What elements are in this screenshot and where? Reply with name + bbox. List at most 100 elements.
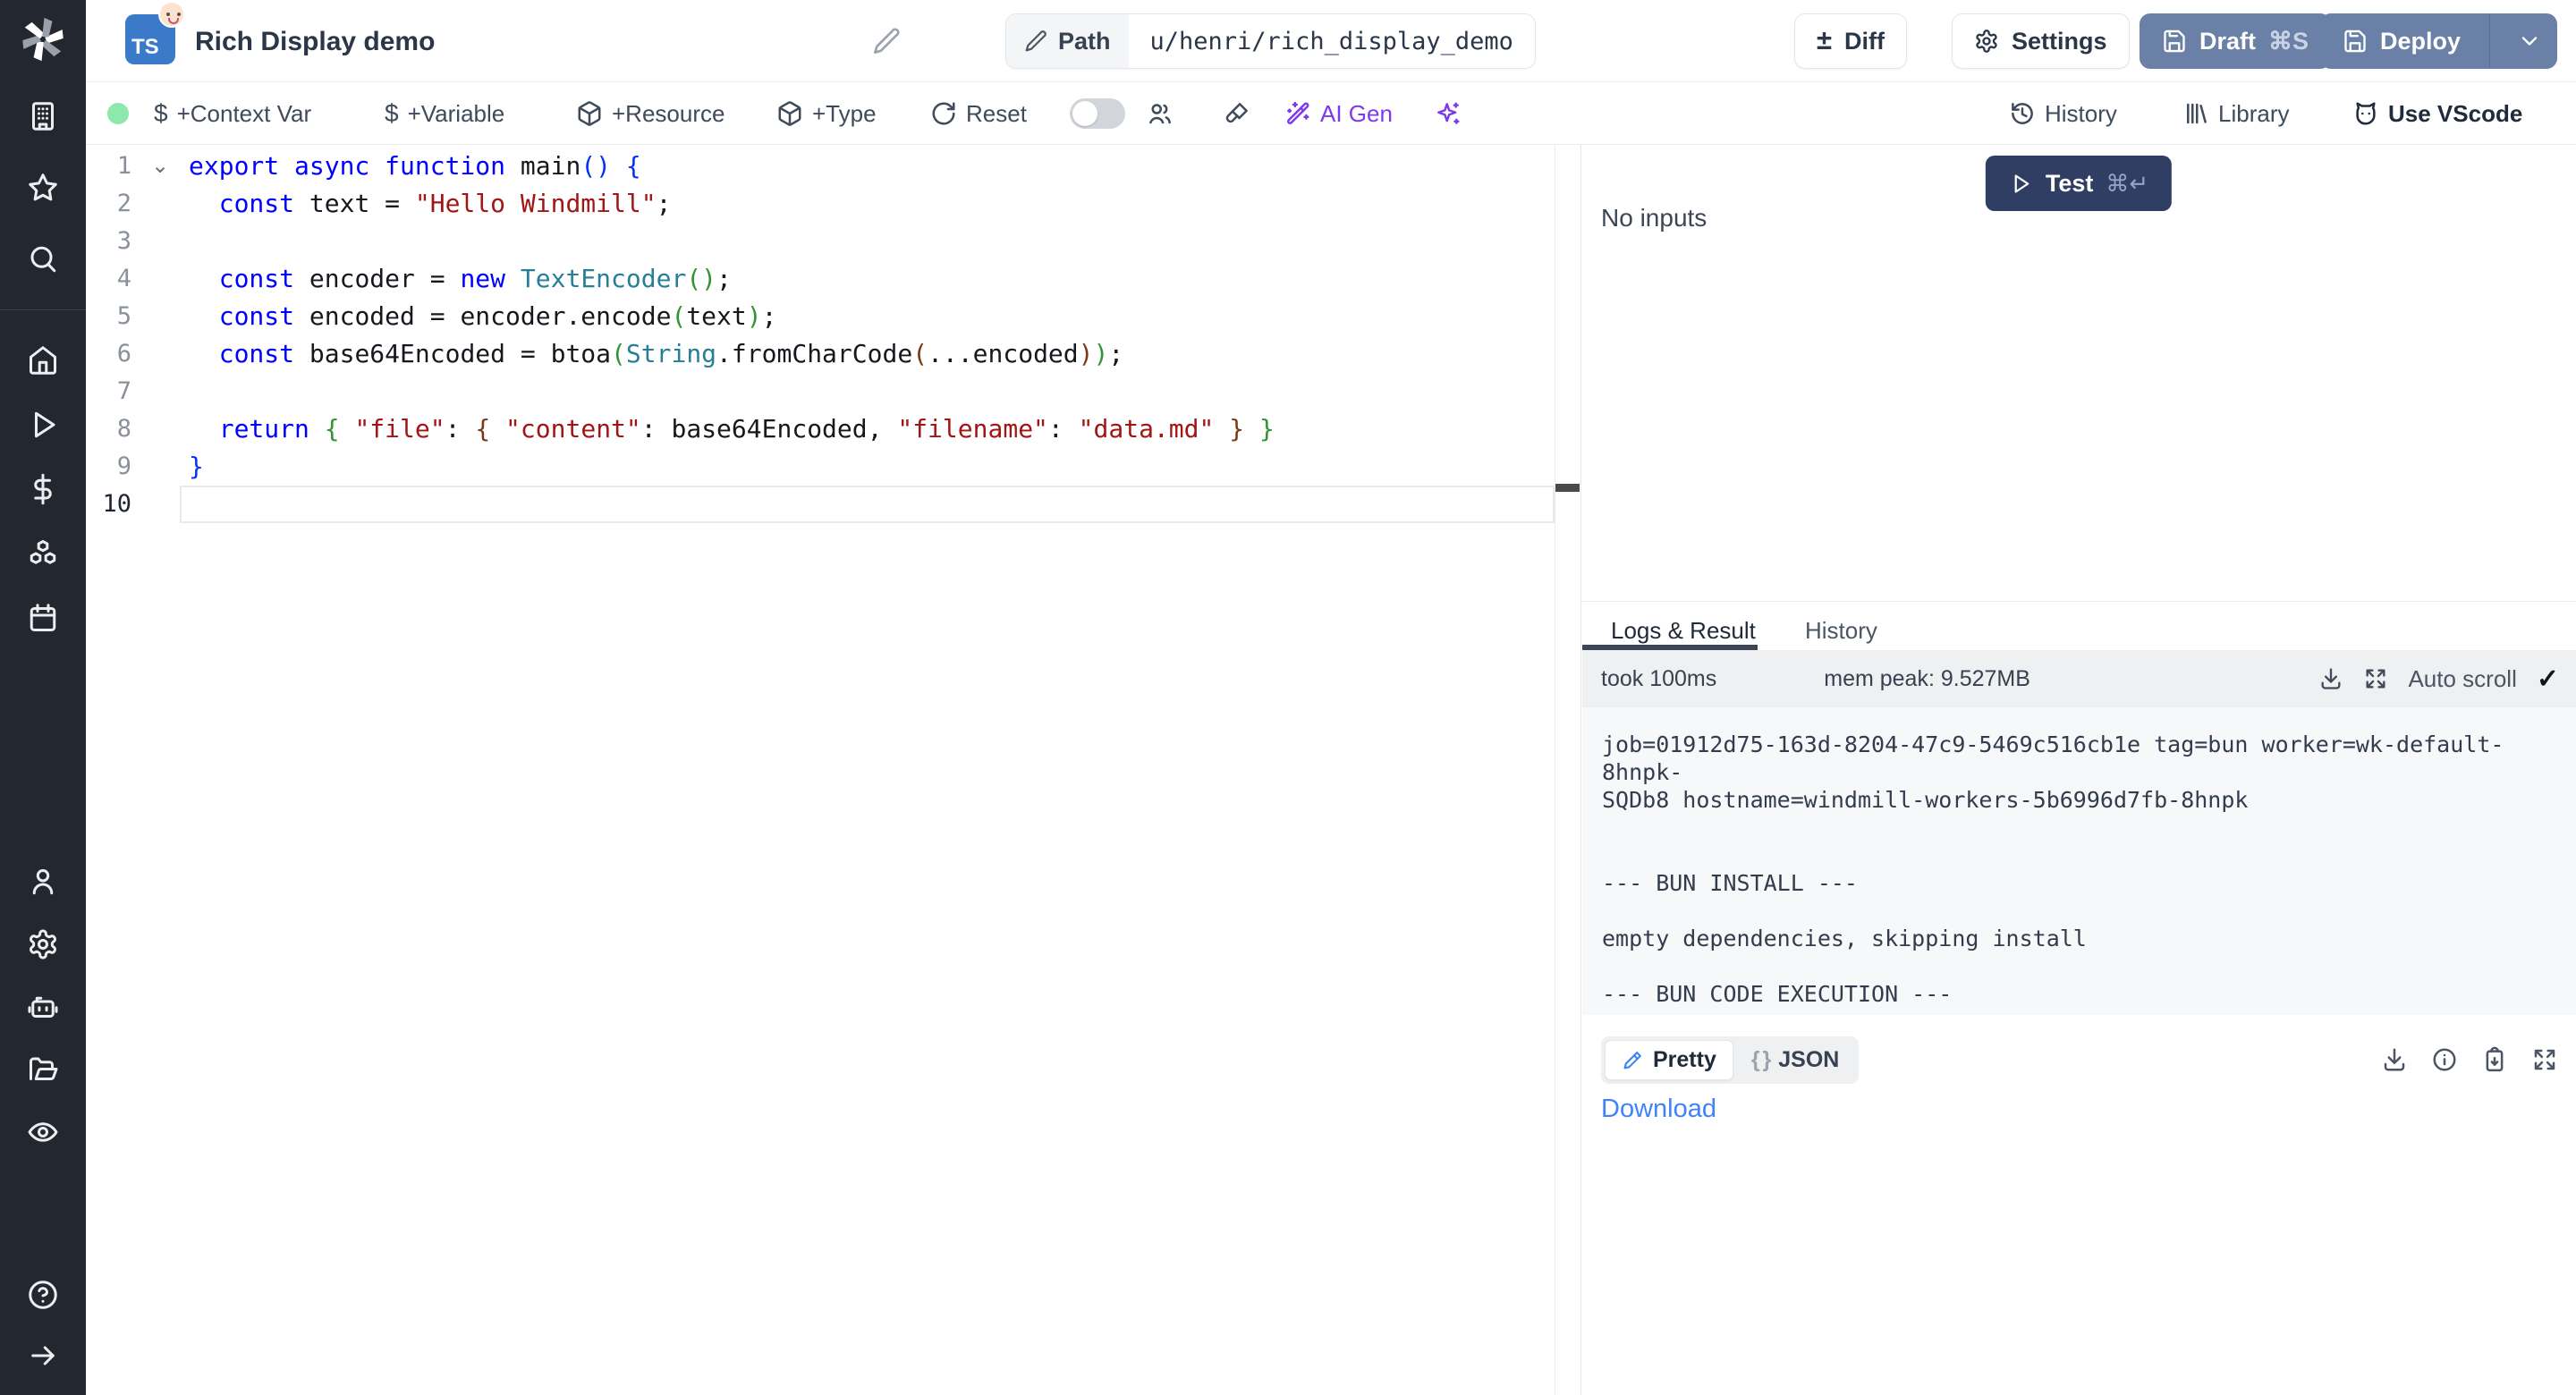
editor-toolbar: $ +Context Var $ +Variable +Resource +Ty… [86,82,2576,145]
expand-result-icon[interactable] [2531,1046,2558,1073]
draft-shortcut: ⌘S [2268,28,2309,55]
favorites-star-icon[interactable] [25,170,61,206]
chevron-down-icon [2517,29,2542,54]
code-line[interactable]: 6 const base64Encoded = btoa(String.from… [86,335,1580,373]
search-icon[interactable] [25,241,61,277]
use-vscode-button[interactable]: Use VScode [2352,82,2522,145]
code-line[interactable]: 5 const encoded = encoder.encode(text); [86,298,1580,335]
variables-dollar-icon[interactable] [25,471,61,507]
path-value[interactable]: u/henri/rich_display_demo [1129,14,1535,68]
sidebar-menu-group [25,342,61,636]
auto-scroll-label[interactable]: Auto scroll [2408,665,2516,693]
home-icon[interactable] [25,342,61,378]
typescript-badge: TS [125,14,175,64]
line-number: 2 [86,185,131,223]
memory-stat: mem peak: 9.527MB [1824,666,2030,692]
pretty-view-button[interactable]: Pretty [1605,1040,1733,1080]
folders-icon[interactable] [25,1052,61,1087]
tab-logs-result[interactable]: Logs & Result [1611,617,1756,645]
deploy-dropdown-toggle[interactable] [2503,29,2556,54]
cat-icon [2352,100,2379,127]
code-line[interactable]: 2 const text = "Hello Windmill"; [86,185,1580,223]
help-icon[interactable] [25,1277,61,1313]
fold-gutter [131,448,189,486]
edit-summary-pencil-icon[interactable] [872,27,901,55]
test-shortcut: ⌘↵ [2106,170,2148,198]
add-variable-label: +Variable [408,100,505,128]
panel-divider [1581,601,2576,602]
diff-button[interactable]: ± Diff [1794,13,1907,69]
code-line[interactable]: 3 [86,223,1580,260]
add-type-button[interactable]: +Type [776,82,877,145]
audit-eye-icon[interactable] [25,1114,61,1150]
add-resource-button[interactable]: +Resource [576,82,724,145]
format-brush-icon[interactable] [1224,82,1250,145]
history-clock-icon [2009,100,2036,127]
code-line[interactable]: 4 const encoder = new TextEncoder(); [86,260,1580,298]
check-icon[interactable]: ✓ [2537,664,2559,695]
info-icon[interactable] [2431,1046,2458,1073]
run-panel: Test ⌘↵ No inputs Logs & Result History … [1580,145,2576,1395]
package-icon [776,100,803,127]
add-variable-button[interactable]: $ +Variable [385,82,504,145]
expand-logs-icon[interactable] [2363,666,2388,691]
json-view-button[interactable]: { } JSON [1735,1041,1856,1079]
fold-gutter [131,486,189,523]
workspace-building-icon[interactable] [25,98,61,134]
result-toolbar: Pretty { } JSON [1601,1035,2558,1085]
diff-button-label: Diff [1844,28,1885,55]
overview-ruler-cursor-marker [1555,484,1580,492]
settings-gear-icon[interactable] [25,926,61,962]
fold-gutter [131,223,189,260]
deploy-button[interactable]: Deploy [2320,13,2557,69]
reset-button[interactable]: Reset [930,82,1027,145]
code-line[interactable]: 1⌄export async function main() { [86,148,1580,185]
status-dot [107,103,129,124]
fold-gutter [131,298,189,335]
workers-robot-icon[interactable] [25,989,61,1025]
code-line[interactable]: 8 return { "file": { "content": base64En… [86,410,1580,448]
runs-play-icon[interactable] [25,407,61,443]
settings-button[interactable]: Settings [1952,13,2130,69]
play-icon [2009,172,2033,196]
test-button[interactable]: Test ⌘↵ [1986,156,2172,211]
no-inputs-text: No inputs [1601,204,1707,232]
windmill-logo-icon[interactable] [20,16,66,63]
resources-boxes-icon[interactable] [25,536,61,571]
code-line[interactable]: 7 [86,373,1580,410]
schedules-calendar-icon[interactable] [25,600,61,636]
run-stats-bar: took 100ms mem peak: 9.527MB Auto scroll… [1582,650,2576,707]
line-number: 1 [86,148,131,185]
code-line[interactable]: 10 [86,486,1580,523]
path-label: Path [1058,28,1111,55]
sidebar [0,0,86,1395]
copy-clipboard-icon[interactable] [2481,1046,2508,1073]
script-history-button[interactable]: History [2009,82,2117,145]
overview-ruler[interactable] [1555,145,1580,1395]
log-output-area[interactable]: job=01912d75-163d-8204-47c9-5469c516cb1e… [1582,707,2576,1015]
tab-history[interactable]: History [1805,617,1877,645]
user-icon[interactable] [25,864,61,900]
code-line[interactable]: 9} [86,448,1580,486]
fold-gutter [131,373,189,410]
download-logs-icon[interactable] [2318,666,2343,691]
gear-icon [1974,29,1999,54]
ai-gen-label: AI Gen [1320,100,1393,128]
ai-gen-button[interactable]: AI Gen [1284,82,1393,145]
toggle-switch[interactable] [1070,98,1125,129]
magic-wand-icon [1284,100,1311,127]
multiplayer-users-icon[interactable] [1147,82,1174,145]
path-field[interactable]: Path u/henri/rich_display_demo [1005,13,1536,69]
library-label: Library [2218,100,2289,128]
library-button[interactable]: Library [2182,82,2289,145]
page-title: Rich Display demo [195,27,435,57]
expand-arrow-icon[interactable] [25,1338,61,1374]
result-download-link[interactable]: Download [1601,1095,1716,1124]
add-context-var-button[interactable]: $ +Context Var [154,82,311,145]
code-editor[interactable]: 1⌄export async function main() {2 const … [86,145,1580,1395]
fold-chevron-icon[interactable]: ⌄ [131,148,189,185]
diff-mode-toggle[interactable] [1070,82,1125,145]
download-result-icon[interactable] [2381,1046,2408,1073]
ai-sparkles-icon[interactable] [1435,82,1462,145]
draft-button[interactable]: Draft ⌘S [2140,13,2331,69]
